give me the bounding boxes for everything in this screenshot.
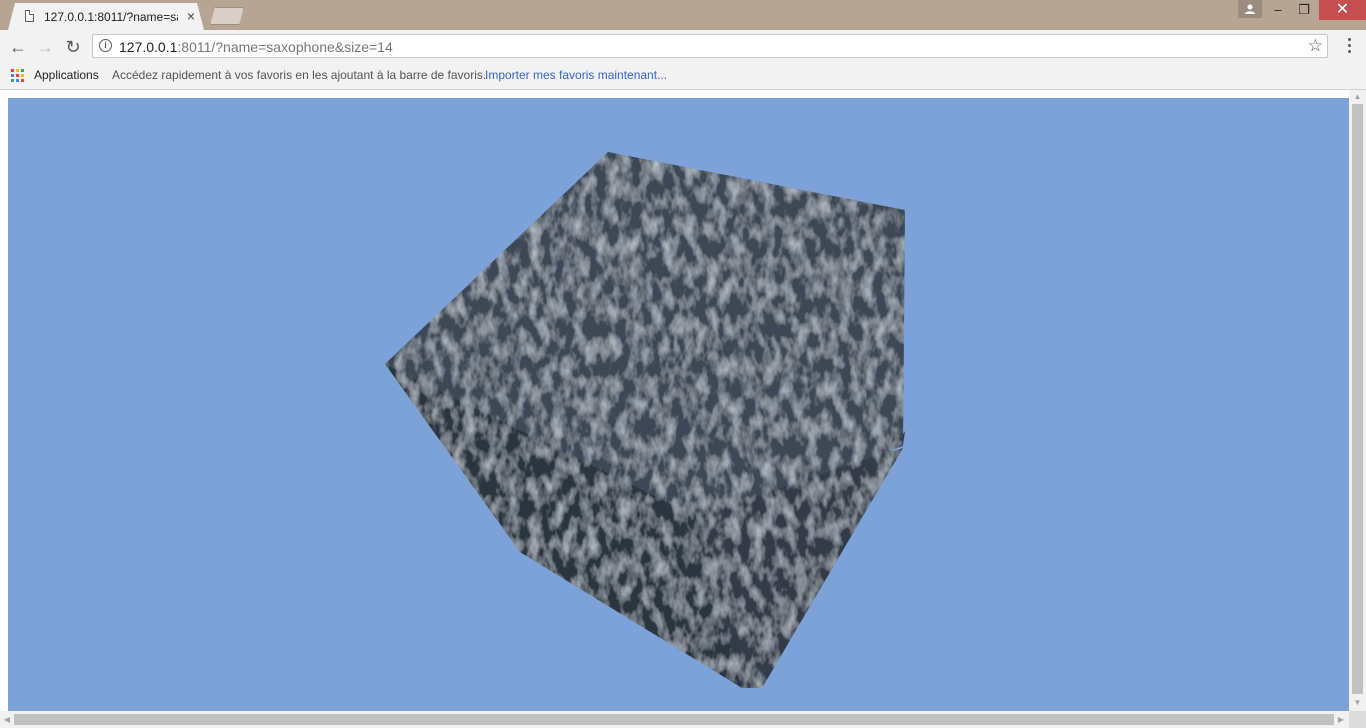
new-tab-button[interactable] xyxy=(210,7,244,25)
horizontal-scroll-thumb[interactable] xyxy=(14,714,1334,725)
scroll-up-icon[interactable]: ▲ xyxy=(1349,91,1366,103)
apps-shortcut-label[interactable]: Applications xyxy=(34,68,99,82)
page-viewport: ▲ ▼ ◀ ▶ xyxy=(0,90,1366,728)
bookmarks-hint: Accédez rapidement à vos favoris en les … xyxy=(112,68,487,82)
reload-icon[interactable]: ↻ xyxy=(61,35,85,59)
person-icon xyxy=(1245,4,1255,14)
horizontal-scrollbar[interactable]: ◀ ▶ xyxy=(0,711,1349,728)
address-bar[interactable]: i 127.0.0.1:8011/?name=saxophone&size=14… xyxy=(92,34,1328,58)
url-host: 127.0.0.1 xyxy=(119,39,178,55)
tab-title: 127.0.0.1:8011/?name=sa xyxy=(44,10,178,24)
site-info-icon[interactable]: i xyxy=(99,39,112,52)
tab-close-icon[interactable]: × xyxy=(184,8,198,24)
scrollbar-corner xyxy=(1349,711,1366,728)
scroll-down-icon[interactable]: ▼ xyxy=(1349,697,1366,709)
url-path: :8011/?name=saxophone&size=14 xyxy=(177,39,393,55)
url-text[interactable]: 127.0.0.1:8011/?name=saxophone&size=14 xyxy=(119,39,393,55)
browser-toolbar: ← → ↻ i 127.0.0.1:8011/?name=saxophone&s… xyxy=(0,30,1366,63)
restore-button[interactable]: ❐ xyxy=(1291,0,1317,20)
vertical-scrollbar[interactable]: ▲ ▼ xyxy=(1349,90,1366,711)
back-arrow-icon[interactable]: ← xyxy=(6,35,30,59)
page-icon xyxy=(25,10,34,22)
profile-button[interactable] xyxy=(1238,0,1262,18)
vertical-scroll-thumb[interactable] xyxy=(1352,104,1363,694)
window-titlebar: 127.0.0.1:8011/?name=sa × – ❐ ✕ xyxy=(0,0,1366,30)
scroll-right-icon[interactable]: ▶ xyxy=(1335,713,1347,726)
scroll-left-icon[interactable]: ◀ xyxy=(1,713,13,726)
apps-grid-icon[interactable] xyxy=(11,69,24,82)
menu-dots-icon[interactable] xyxy=(1342,38,1356,56)
webgl-canvas[interactable] xyxy=(8,98,1349,711)
bookmarks-bar: Applications Accédez rapidement à vos fa… xyxy=(0,63,1366,90)
textured-cube xyxy=(385,152,905,688)
forward-arrow-icon[interactable]: → xyxy=(33,35,57,59)
browser-tab[interactable]: 127.0.0.1:8011/?name=sa × xyxy=(8,3,204,30)
close-window-button[interactable]: ✕ xyxy=(1319,0,1366,20)
import-bookmarks-link[interactable]: Importer mes favoris maintenant... xyxy=(485,68,667,82)
minimize-button[interactable]: – xyxy=(1265,0,1291,20)
bookmark-star-icon[interactable]: ☆ xyxy=(1308,36,1323,56)
